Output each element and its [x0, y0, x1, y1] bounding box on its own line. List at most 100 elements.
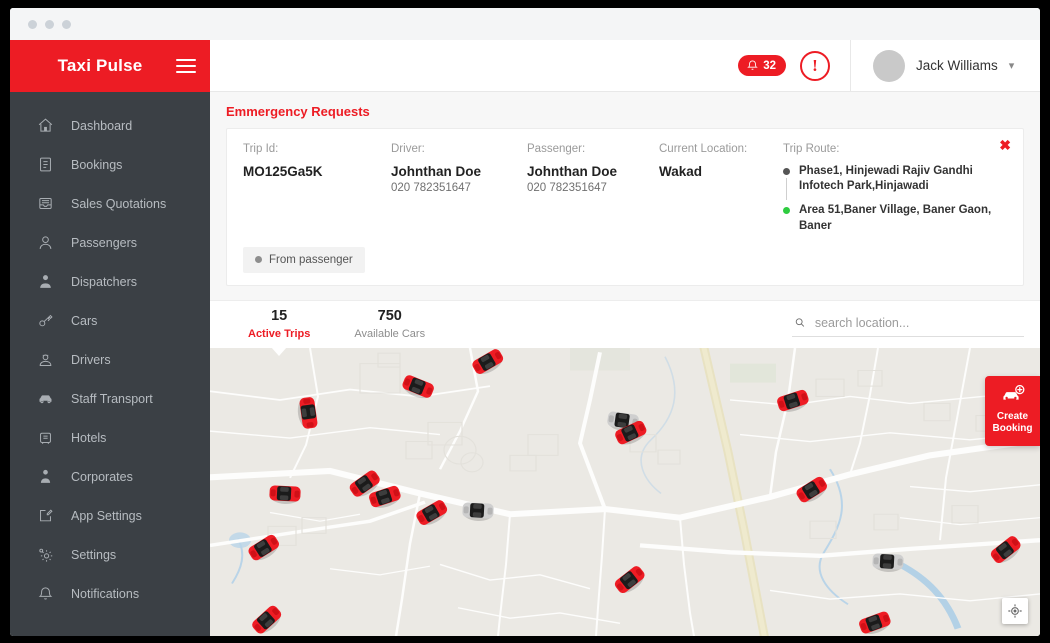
sidebar-item-drivers[interactable]: Drivers — [10, 340, 210, 379]
sidebar-item-settings[interactable]: Settings — [10, 535, 210, 574]
crosshair-icon — [1008, 604, 1022, 618]
sidebar-item-label: Passengers — [71, 235, 138, 250]
window-dot-minimize[interactable] — [45, 19, 54, 29]
field-label: Passenger: — [527, 143, 586, 155]
window-dot-maximize[interactable] — [62, 19, 71, 29]
notifications-count: 32 — [763, 59, 776, 72]
stat-available-cars[interactable]: 750 Available Cars — [332, 308, 447, 339]
field-label: Trip Id: — [243, 143, 279, 155]
user-menu[interactable]: Jack Williams ▾ — [850, 39, 1040, 92]
window-titlebar — [10, 8, 1040, 40]
window-dot-close[interactable] — [28, 19, 37, 29]
field-value: MO125Ga5K — [243, 164, 323, 179]
create-booking-line2: Booking — [992, 423, 1033, 435]
sidebar-item-label: Cars — [71, 313, 98, 328]
route-text: Area 51,Baner Village, Baner Gaon, Baner — [799, 204, 992, 232]
agent-icon — [36, 272, 55, 291]
user-name: Jack Williams — [916, 58, 998, 73]
stats-bar: 15 Active Trips 750 Available Cars — [210, 299, 1040, 348]
stat-number: 15 — [271, 308, 288, 325]
route-end-dot — [783, 207, 790, 215]
tray-icon — [36, 194, 55, 213]
sidebar-item-label: Bookings — [71, 157, 123, 172]
field-trip-route: Trip Route: Phase1, Hinjewadi Rajiv Gand… — [783, 143, 1007, 234]
stat-active-trips[interactable]: 15 Active Trips — [226, 308, 332, 339]
from-passenger-chip: From passenger — [243, 246, 365, 273]
sidebar-brand: Taxi Pulse — [10, 40, 210, 92]
car-marker[interactable] — [267, 483, 302, 505]
main-content: 32 ! Jack Williams ▾ Emmergency Requests… — [210, 39, 1040, 636]
field-label: Trip Route: — [783, 143, 840, 155]
field-label: Current Location: — [659, 143, 748, 155]
brand-title: Taxi Pulse — [57, 56, 143, 75]
driver-icon — [36, 350, 55, 369]
field-current-location: Current Location: Wakad — [659, 143, 783, 234]
search-location-box[interactable] — [792, 312, 1024, 337]
sidebar-item-label: Staff Transport — [71, 391, 153, 406]
close-icon[interactable]: ✖ — [999, 138, 1011, 152]
sidebar-item-label: App Settings — [71, 508, 142, 523]
field-trip-id: Trip Id: MO125Ga5K — [243, 143, 391, 234]
car-icon — [36, 389, 55, 408]
search-input[interactable] — [814, 315, 1022, 330]
home-icon — [36, 116, 55, 135]
car-marker[interactable] — [870, 551, 905, 573]
emergency-requests-section: Emmergency Requests ✖ Trip Id: MO125Ga5K… — [210, 92, 1040, 300]
field-subvalue: 020 782351647 — [391, 182, 471, 194]
field-value: Johnthan Doe — [391, 164, 481, 179]
search-icon — [795, 318, 805, 327]
car-plus-icon — [1002, 384, 1024, 400]
emergency-request-card: ✖ Trip Id: MO125Ga5K Driver: Johnthan Do… — [226, 128, 1024, 286]
sidebar-item-dispatchers[interactable]: Dispatchers — [10, 262, 210, 301]
locate-me-button[interactable] — [1002, 598, 1028, 624]
sidebar-item-cars[interactable]: Cars — [10, 301, 210, 340]
sidebar-item-label: Drivers — [71, 352, 111, 367]
emergency-requests-title: Emmergency Requests — [226, 104, 370, 119]
sidebar-item-app-settings[interactable]: App Settings — [10, 496, 210, 535]
edit-square-icon — [36, 506, 55, 525]
create-booking-line1: Create — [996, 410, 1029, 422]
stat-label: Available Cars — [354, 327, 426, 340]
chevron-down-icon: ▾ — [1008, 60, 1015, 72]
gear-icon — [36, 545, 55, 564]
app-body: Taxi Pulse Dashboard Bookings Sales Quot… — [10, 39, 1040, 636]
chip-dot — [255, 256, 262, 264]
sidebar-item-sales-quotations[interactable]: Sales Quotations — [10, 184, 210, 223]
field-passenger: Passenger: Johnthan Doe 020 782351647 — [527, 143, 659, 234]
sidebar-item-corporates[interactable]: Corporates — [10, 457, 210, 496]
sidebar-item-label: Hotels — [71, 430, 107, 445]
sidebar-item-label: Dispatchers — [71, 274, 137, 289]
sidebar-item-bookings[interactable]: Bookings — [10, 145, 210, 184]
tie-user-icon — [36, 467, 55, 486]
stat-number: 750 — [377, 308, 402, 325]
sidebar: Taxi Pulse Dashboard Bookings Sales Quot… — [10, 40, 210, 636]
sidebar-item-staff-transport[interactable]: Staff Transport — [10, 379, 210, 418]
route-text: Phase1, Hinjewadi Rajiv Gandhi Infotech … — [799, 165, 973, 193]
route-start-dot — [783, 168, 790, 200]
sidebar-item-hotels[interactable]: Hotels — [10, 418, 210, 457]
sidebar-item-label: Settings — [71, 547, 117, 562]
create-booking-button[interactable]: Create Booking — [985, 375, 1040, 446]
key-icon — [36, 311, 55, 330]
map-canvas[interactable]: BHAGWAN NAGAR MUNJOBA NAGAR SADGURU BHUM… — [210, 347, 1040, 636]
sidebar-item-dashboard[interactable]: Dashboard — [10, 106, 210, 145]
route-end: Area 51,Baner Village, Baner Gaon, Baner — [783, 203, 993, 233]
car-marker[interactable] — [460, 500, 495, 522]
field-driver: Driver: Johnthan Doe 020 782351647 — [391, 143, 527, 234]
sidebar-item-notifications[interactable]: Notifications — [10, 574, 210, 613]
app-window: Taxi Pulse Dashboard Bookings Sales Quot… — [10, 8, 1040, 636]
field-value: Johnthan Doe — [527, 164, 617, 179]
hotel-icon — [36, 428, 55, 447]
sidebar-item-label: Sales Quotations — [71, 196, 167, 211]
bell-icon — [36, 584, 55, 603]
hamburger-icon[interactable] — [176, 58, 196, 74]
bell-icon — [747, 60, 759, 70]
sidebar-item-passengers[interactable]: Passengers — [10, 223, 210, 262]
top-bar: 32 ! Jack Williams ▾ — [210, 39, 1040, 92]
emergency-fields: Trip Id: MO125Ga5K Driver: Johnthan Doe … — [243, 143, 1007, 234]
notifications-badge[interactable]: 32 — [738, 55, 786, 76]
exclamation-circle-icon[interactable]: ! — [800, 50, 830, 81]
user-icon — [36, 233, 55, 252]
chip-label: From passenger — [269, 253, 353, 266]
sidebar-item-label: Notifications — [71, 586, 140, 601]
